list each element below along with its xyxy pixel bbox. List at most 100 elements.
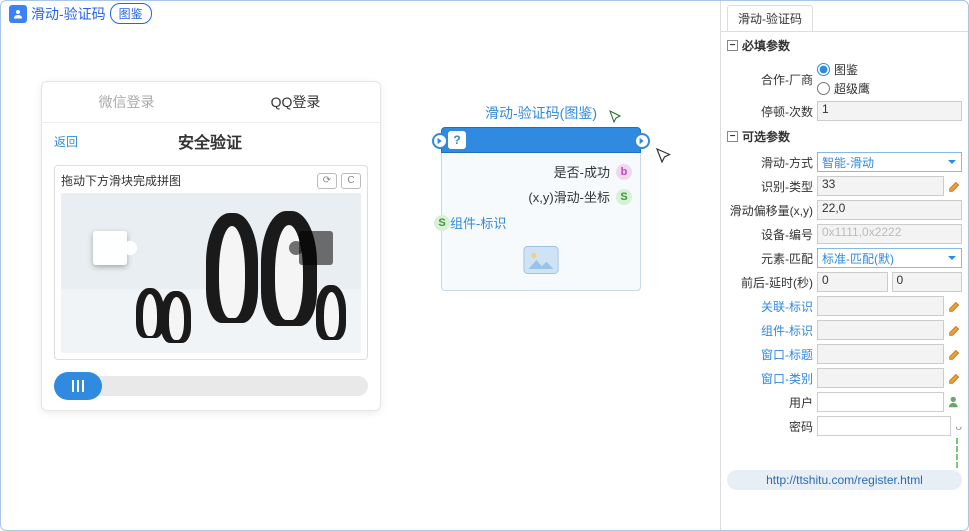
wintitle-input[interactable] xyxy=(817,344,944,364)
field-label[interactable]: 组件-标识 xyxy=(721,322,813,339)
node-input-connector[interactable] xyxy=(432,133,448,149)
tab-qq-login[interactable]: QQ登录 xyxy=(211,82,380,122)
section-required[interactable]: − 必填参数 xyxy=(721,32,968,59)
section-title: 可选参数 xyxy=(742,128,790,145)
puzzle-image[interactable] xyxy=(61,193,361,353)
pass-input[interactable] xyxy=(817,416,951,436)
field-label: 识别-类型 xyxy=(721,178,813,195)
node-row-label: 是否-成功 xyxy=(554,162,610,181)
node-row-label: (x,y)滑动-坐标 xyxy=(528,187,610,206)
verify-title: 安全验证 xyxy=(52,129,368,153)
section-optional[interactable]: − 可选参数 xyxy=(721,123,968,150)
delay-after-input[interactable]: 0 xyxy=(892,272,963,292)
field-label: 密码 xyxy=(721,418,813,435)
field-device-id: 设备-编号 0x1111,0x2222 xyxy=(721,222,968,246)
node-image-placeholder xyxy=(442,236,640,284)
field-pause-count: 停顿-次数 1 xyxy=(721,99,968,123)
edit-icon[interactable] xyxy=(948,179,962,193)
collapse-icon[interactable]: − xyxy=(727,40,738,51)
node-output-connector[interactable] xyxy=(634,133,650,149)
node-component-id[interactable]: S 组件-标识 xyxy=(442,209,640,236)
login-tabs: 微信登录 QQ登录 xyxy=(42,82,380,123)
header-badge[interactable]: 图鉴 xyxy=(110,3,152,24)
winclass-input[interactable] xyxy=(817,368,944,388)
cursor-icon xyxy=(609,110,623,124)
register-link[interactable]: http://ttshitu.com/register.html xyxy=(727,470,962,490)
user-icon[interactable] xyxy=(948,395,962,409)
section-title: 必填参数 xyxy=(742,37,790,54)
mode-select[interactable]: 智能-滑动 xyxy=(817,152,962,172)
edit-icon[interactable] xyxy=(948,323,962,337)
delay-before-input[interactable]: 0 xyxy=(817,272,888,292)
reltag-input[interactable] xyxy=(817,296,944,316)
puzzle-box: 拖动下方滑块完成拼图 ⟳ C xyxy=(54,165,368,360)
tab-wechat-login[interactable]: 微信登录 xyxy=(42,82,211,122)
collapse-icon[interactable]: − xyxy=(727,131,738,142)
person-icon xyxy=(9,5,27,23)
type-input[interactable]: 33 xyxy=(817,176,944,196)
penguin-shape xyxy=(261,211,317,326)
field-slide-mode: 滑动-方式 智能-滑动 xyxy=(721,150,968,174)
penguin-shape xyxy=(316,285,346,340)
field-label: 元素-匹配 xyxy=(721,250,813,267)
pause-input[interactable]: 1 xyxy=(817,101,962,121)
field-delay: 前后-延时(秒) 0 0 xyxy=(721,270,968,294)
flow-node: 滑动-验证码(图鉴) ? 是否-成功 b (x,y)滑动-坐标 S S 组件-标… xyxy=(441,103,641,291)
field-element-match: 元素-匹配 标准-匹配(默) xyxy=(721,246,968,270)
offset-input[interactable]: 22,0 xyxy=(817,200,962,220)
node-header[interactable]: ? xyxy=(441,127,641,153)
main-canvas: 微信登录 QQ登录 返回 安全验证 拖动下方滑块完成拼图 ⟳ C xyxy=(1,1,720,530)
radio-tujian[interactable]: 图鉴 xyxy=(817,61,870,78)
penguin-shape xyxy=(136,288,164,338)
eye-icon[interactable]: ᴗ xyxy=(955,419,962,433)
field-user: 用户 xyxy=(721,390,968,414)
panel-tab[interactable]: 滑动-验证码 xyxy=(721,1,968,32)
penguin-shape xyxy=(206,213,258,323)
verify-header: 返回 安全验证 xyxy=(42,123,380,159)
slider-track[interactable] xyxy=(54,376,368,396)
node-output-success[interactable]: 是否-成功 b xyxy=(442,159,640,184)
puzzle-bar: 拖动下方滑块完成拼图 ⟳ C xyxy=(61,172,361,189)
slider-handle[interactable] xyxy=(54,372,102,400)
field-password: 密码 ᴗ xyxy=(721,414,968,438)
puzzle-slot xyxy=(299,231,333,265)
user-input[interactable] xyxy=(817,392,944,412)
device-input[interactable]: 0x1111,0x2222 xyxy=(817,224,962,244)
field-component-tag: 组件-标识 xyxy=(721,318,968,342)
header: 滑动-验证码 图鉴 xyxy=(9,3,152,24)
field-label: 设备-编号 xyxy=(721,226,813,243)
edit-icon[interactable] xyxy=(948,371,962,385)
field-label[interactable]: 窗口-标题 xyxy=(721,346,813,363)
header-title: 滑动-验证码 xyxy=(31,4,106,24)
field-label[interactable]: 窗口-类别 xyxy=(721,370,813,387)
edit-icon[interactable] xyxy=(948,299,962,313)
field-relation-tag: 关联-标识 xyxy=(721,294,968,318)
field-label[interactable]: 关联-标识 xyxy=(721,298,813,315)
help-icon[interactable]: ? xyxy=(448,131,466,149)
guide-arrow xyxy=(956,438,958,468)
radio-chaojiying[interactable]: 超级鹰 xyxy=(817,80,870,97)
field-label: 停顿-次数 xyxy=(721,103,813,120)
puzzle-instruction: 拖动下方滑块完成拼图 xyxy=(61,172,181,189)
captcha-dialog: 微信登录 QQ登录 返回 安全验证 拖动下方滑块完成拼图 ⟳ C xyxy=(41,81,381,411)
field-label: 滑动-方式 xyxy=(721,154,813,171)
edit-icon[interactable] xyxy=(948,347,962,361)
type-pill-bool: b xyxy=(616,164,632,180)
field-label: 合作-厂商 xyxy=(721,71,813,88)
penguin-shape xyxy=(161,291,191,343)
info-icon[interactable]: C xyxy=(341,173,361,189)
field-label: 前后-延时(秒) xyxy=(721,274,813,291)
node-output-coords[interactable]: (x,y)滑动-坐标 S xyxy=(442,184,640,209)
match-select[interactable]: 标准-匹配(默) xyxy=(817,248,962,268)
comptag-input[interactable] xyxy=(817,320,944,340)
refresh-icon[interactable]: ⟳ xyxy=(317,173,337,189)
type-pill-string: S xyxy=(616,189,632,205)
node-body: 是否-成功 b (x,y)滑动-坐标 S S 组件-标识 xyxy=(441,153,641,291)
puzzle-piece[interactable] xyxy=(93,231,127,265)
field-label: 滑动偏移量(x,y) xyxy=(721,202,813,219)
field-window-class: 窗口-类别 xyxy=(721,366,968,390)
field-recognize-type: 识别-类型 33 xyxy=(721,174,968,198)
field-window-title: 窗口-标题 xyxy=(721,342,968,366)
field-label: 用户 xyxy=(721,394,813,411)
properties-panel: 滑动-验证码 − 必填参数 合作-厂商 图鉴 超级鹰 停顿-次数 1 − 可选参… xyxy=(720,1,968,530)
